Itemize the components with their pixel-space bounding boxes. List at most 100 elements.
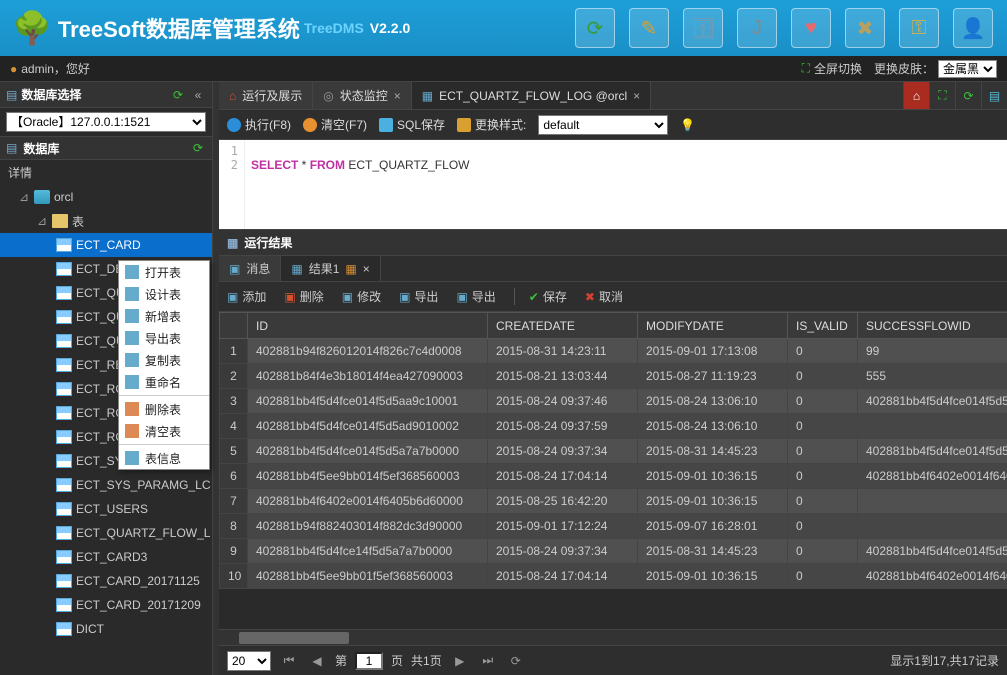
cell[interactable]: 2015-08-31 14:45:23 [638, 439, 788, 464]
clear-button[interactable]: 清空(F7) [303, 116, 367, 133]
cell[interactable]: 2015-08-24 09:37:34 [488, 539, 638, 564]
close-icon[interactable]: × [633, 89, 640, 103]
add-row-button[interactable]: ▣添加 [227, 288, 266, 305]
page-size-select[interactable]: 20 [227, 651, 271, 671]
column-header[interactable]: ID [248, 313, 488, 339]
style-button[interactable]: 更换样式: [457, 116, 526, 133]
cell[interactable]: 2015-08-24 09:37:46 [488, 389, 638, 414]
tools-icon[interactable]: ✖ [845, 8, 885, 48]
page-input[interactable] [355, 652, 383, 670]
result-grid[interactable]: IDCREATEDATEMODIFYDATEIS_VALIDSUCCESSFLO… [219, 312, 1007, 629]
cell[interactable]: 0 [788, 414, 858, 439]
tree-db-node[interactable]: ⊿ orcl [0, 185, 212, 209]
collapse-toggle-icon[interactable]: ⊿ [18, 190, 30, 204]
connection-select[interactable]: 【Oracle】127.0.0.1:1521 [6, 112, 206, 132]
table-row[interactable]: 6402881bb4f5ee9bb014f5ef3685600032015-08… [220, 464, 1007, 489]
cell[interactable]: 2015-08-31 14:23:11 [488, 339, 638, 364]
ctx-item[interactable]: 设计表 [119, 283, 209, 305]
cell[interactable]: 402881bb4f6402e0014f6405b6d60000 [248, 489, 488, 514]
column-header[interactable]: SUCCESSFLOWID [858, 313, 1007, 339]
cell[interactable]: 2015-08-21 13:03:44 [488, 364, 638, 389]
tree-table-node[interactable]: ECT_USERS [0, 497, 212, 521]
tree-table-node[interactable]: ECT_CARD [0, 233, 212, 257]
cell[interactable]: 402881b94f882403014f882dc3d90000 [248, 514, 488, 539]
cell[interactable]: 555 [858, 364, 1007, 389]
cell[interactable]: 0 [788, 439, 858, 464]
cell[interactable]: 402881bb4f5d4fce014f5d5a [858, 539, 1007, 564]
tree-table-node[interactable]: DICT [0, 617, 212, 641]
cell[interactable] [858, 414, 1007, 439]
cell[interactable]: 0 [788, 514, 858, 539]
collapse-toggle-icon[interactable]: ⊿ [36, 214, 48, 228]
close-icon[interactable]: × [394, 89, 401, 103]
cell[interactable]: 0 [788, 339, 858, 364]
table-row[interactable]: 9402881bb4f5d4fce14f5d5a7a7b00002015-08-… [220, 539, 1007, 564]
collapse-sidebar-icon[interactable]: « [190, 87, 206, 103]
table-row[interactable]: 3402881bb4f5d4fce014f5d5aa9c100012015-08… [220, 389, 1007, 414]
tree-table-node[interactable]: ECT_CARD_20171209 [0, 593, 212, 617]
tree-table-node[interactable]: ECT_QUARTZ_FLOW_L [0, 521, 212, 545]
column-header[interactable]: IS_VALID [788, 313, 858, 339]
expand-button[interactable]: ⛶ [929, 82, 955, 109]
refresh-icon[interactable]: ⟳ [575, 8, 615, 48]
cell[interactable]: 2015-08-25 16:42:20 [488, 489, 638, 514]
ctx-item[interactable]: 表信息 [119, 447, 209, 469]
table-row[interactable]: 8402881b94f882403014f882dc3d900002015-09… [220, 514, 1007, 539]
tab-run-display[interactable]: ⌂ 运行及展示 [219, 82, 313, 109]
tab-status-monitor[interactable]: ◎ 状态监控 × [313, 82, 412, 109]
scrollbar-thumb[interactable] [239, 632, 349, 644]
cell[interactable]: 2015-08-24 17:04:14 [488, 464, 638, 489]
cell[interactable]: 2015-09-01 17:13:08 [638, 339, 788, 364]
cell[interactable]: 2015-09-07 16:28:01 [638, 514, 788, 539]
cell[interactable] [858, 489, 1007, 514]
prev-page-button[interactable]: ◀ [307, 654, 327, 668]
cell[interactable]: 402881bb4f5d4fce014f5d5aa9c10001 [248, 389, 488, 414]
letter-j-icon[interactable]: J [737, 8, 777, 48]
cell[interactable]: 402881bb4f6402e0014f6405 [858, 464, 1007, 489]
tree-table-node[interactable]: ECT_SYS_PARAMG_LC [0, 473, 212, 497]
cell[interactable]: 402881bb4f5ee9bb014f5ef368560003 [248, 464, 488, 489]
tabs-menu-button[interactable]: ▤ [981, 82, 1007, 109]
save-sql-button[interactable]: SQL保存 [379, 116, 445, 133]
refresh-db-icon[interactable]: ⟳ [190, 140, 206, 156]
cell[interactable]: 2015-08-24 09:37:59 [488, 414, 638, 439]
cell[interactable]: 402881bb4f5d4fce14f5d5a7a7b0000 [248, 539, 488, 564]
cell[interactable]: 99 [858, 339, 1007, 364]
fullscreen-toggle[interactable]: 全屏切换 [814, 60, 862, 77]
tab-result1[interactable]: ▦ 结果1 ▦ × [281, 256, 380, 281]
run-button[interactable]: 执行(F8) [227, 116, 291, 133]
tab-messages[interactable]: ▣ 消息 [219, 256, 281, 281]
tree-table-node[interactable]: ECT_CARD3 [0, 545, 212, 569]
cell[interactable]: 0 [788, 539, 858, 564]
cell[interactable]: 0 [788, 564, 858, 589]
ctx-item[interactable]: 重命名 [119, 371, 209, 393]
horizontal-scrollbar[interactable] [219, 629, 1007, 645]
next-page-button[interactable]: ▶ [450, 654, 470, 668]
cell[interactable]: 0 [788, 364, 858, 389]
ctx-item[interactable]: 删除表 [119, 398, 209, 420]
ctx-item[interactable]: 清空表 [119, 420, 209, 442]
tree-table-node[interactable]: ECT_CARD_20171125 [0, 569, 212, 593]
refresh-tab-button[interactable]: ⟳ [955, 82, 981, 109]
cell[interactable]: 402881bb4f5d4fce014f5d5a7a7b0000 [248, 439, 488, 464]
table-row[interactable]: 7402881bb4f6402e0014f6405b6d600002015-08… [220, 489, 1007, 514]
column-header[interactable]: CREATEDATE [488, 313, 638, 339]
ctx-item[interactable]: 导出表 [119, 327, 209, 349]
cell[interactable]: 2015-09-01 10:36:15 [638, 489, 788, 514]
cell[interactable]: 0 [788, 464, 858, 489]
first-page-button[interactable]: ⏮ [279, 653, 299, 668]
cell[interactable]: 402881bb4f5d4fce014f5d5a [858, 439, 1007, 464]
sql-editor[interactable]: 12 SELECT * FROM ECT_QUARTZ_FLOW [219, 140, 1007, 230]
table-row[interactable]: 10402881bb4f5ee9bb01f5ef3685600032015-08… [220, 564, 1007, 589]
cell[interactable]: 402881bb4f5d4fce014f5d5ad9010002 [248, 414, 488, 439]
table-row[interactable]: 5402881bb4f5d4fce014f5d5a7a7b00002015-08… [220, 439, 1007, 464]
cell[interactable]: 2015-08-24 17:04:14 [488, 564, 638, 589]
cell[interactable]: 2015-08-24 09:37:34 [488, 439, 638, 464]
refresh-sidebar-icon[interactable]: ⟳ [170, 87, 186, 103]
sql-code[interactable]: SELECT * FROM ECT_QUARTZ_FLOW [245, 140, 475, 229]
table-row[interactable]: 1402881b94f826012014f826c7c4d00082015-08… [220, 339, 1007, 364]
home-button[interactable]: ⌂ [903, 82, 929, 109]
cell[interactable]: 2015-08-31 14:45:23 [638, 539, 788, 564]
cell[interactable] [858, 514, 1007, 539]
cell[interactable]: 2015-09-01 10:36:15 [638, 464, 788, 489]
